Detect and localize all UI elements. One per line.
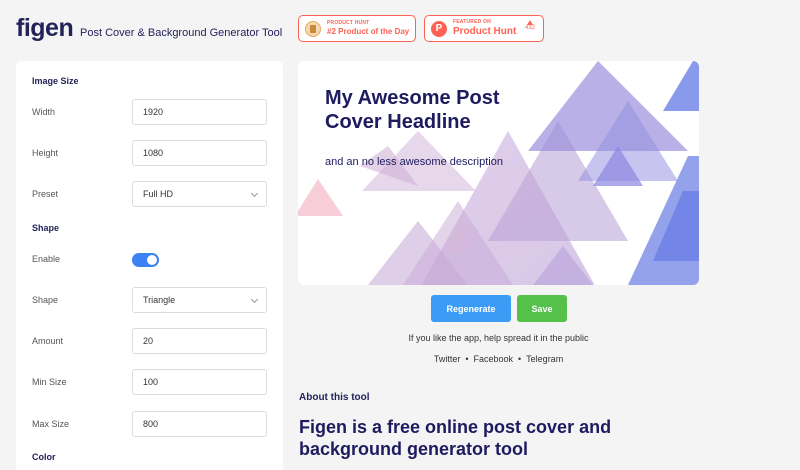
upvote-number: 432 — [524, 25, 535, 31]
product-hunt-badge[interactable]: P FEATURED ON Product Hunt 432 — [424, 15, 544, 42]
medal-icon — [305, 20, 321, 37]
twitter-link[interactable]: Twitter — [434, 354, 461, 364]
amount-input[interactable]: 20 — [132, 328, 267, 354]
preview-description: and an no less awesome description — [325, 156, 503, 168]
shape-select[interactable]: Triangle — [132, 287, 267, 313]
shape-value: Triangle — [143, 295, 176, 305]
settings-panel: Image Size Width 1920 Height 1080 Preset… — [16, 61, 283, 470]
preset-label: Preset — [32, 189, 59, 199]
upvote-count: 432 — [525, 20, 535, 32]
min-size-input[interactable]: 100 — [132, 369, 267, 395]
regenerate-button[interactable]: Regenerate — [431, 295, 511, 322]
separator: • — [465, 354, 469, 364]
width-label: Width — [32, 107, 56, 117]
width-input[interactable]: 1920 — [132, 99, 267, 125]
preview-headline: My Awesome Post Cover Headline — [325, 87, 500, 133]
save-button[interactable]: Save — [517, 295, 567, 322]
shape-heading: Shape — [32, 223, 60, 233]
product-hunt-icon: P — [431, 20, 447, 37]
badge-main-text: #2 Product of the Day — [327, 27, 410, 36]
toggle-knob — [147, 255, 157, 265]
app-tagline: Post Cover & Background Generator Tool — [80, 27, 283, 39]
shape-label: Shape — [32, 295, 59, 305]
min-size-value: 100 — [143, 377, 159, 387]
product-of-day-badge[interactable]: PRODUCT HUNT #2 Product of the Day — [298, 15, 416, 42]
badge-small-text: FEATURED ON — [453, 19, 491, 25]
share-prompt: If you like the app, help spread it in t… — [408, 333, 589, 343]
amount-label: Amount — [32, 336, 64, 346]
badge-main-text: Product Hunt — [453, 26, 517, 37]
height-input[interactable]: 1080 — [132, 140, 267, 166]
max-size-label: Max Size — [32, 419, 70, 429]
cover-preview: My Awesome Post Cover Headline and an no… — [298, 61, 699, 285]
share-links: Twitter • Facebook • Telegram — [298, 354, 699, 364]
chevron-down-icon — [250, 189, 259, 198]
enable-label: Enable — [32, 254, 61, 264]
facebook-link[interactable]: Facebook — [473, 354, 513, 364]
preset-select[interactable]: Full HD — [132, 181, 267, 207]
width-value: 1920 — [143, 107, 164, 117]
badge-small-text: PRODUCT HUNT — [327, 20, 370, 26]
chevron-down-icon — [250, 295, 259, 304]
app-logo[interactable]: figen — [16, 14, 74, 43]
height-label: Height — [32, 148, 59, 158]
max-size-value: 800 — [143, 419, 159, 429]
min-size-label: Min Size — [32, 377, 67, 387]
height-value: 1080 — [143, 148, 164, 158]
color-heading: Color — [32, 452, 56, 462]
about-title: Figen is a free online post cover and ba… — [299, 417, 612, 459]
max-size-input[interactable]: 800 — [132, 411, 267, 437]
preset-value: Full HD — [143, 189, 174, 199]
separator: • — [518, 354, 522, 364]
image-size-heading: Image Size — [32, 76, 79, 86]
telegram-link[interactable]: Telegram — [526, 354, 563, 364]
about-heading: About this tool — [299, 392, 370, 403]
amount-value: 20 — [143, 336, 154, 346]
enable-shape-toggle[interactable] — [132, 253, 159, 267]
